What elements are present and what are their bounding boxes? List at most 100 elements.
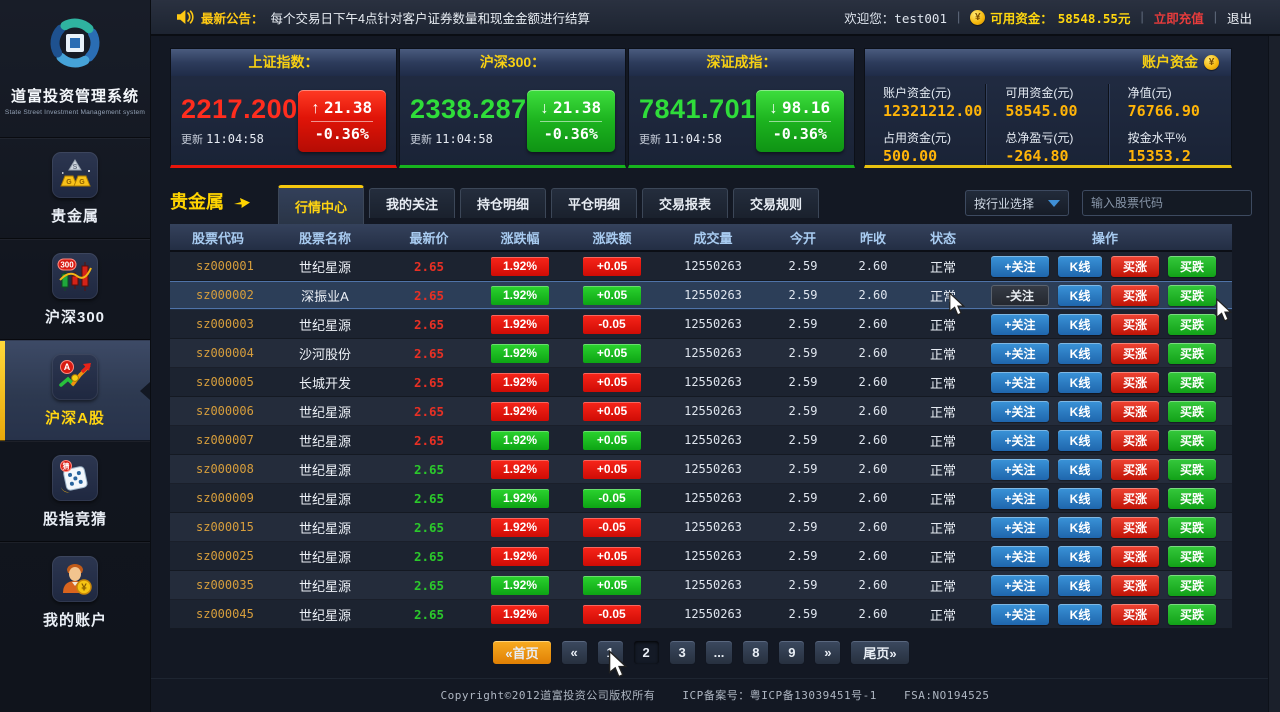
table-row[interactable]: sz000025世纪星源2.651.92%+0.05125502632.592.…	[170, 542, 1232, 571]
sidebar-item-hs300[interactable]: 300沪深300	[0, 239, 150, 340]
kline-button[interactable]: K线	[1058, 517, 1102, 538]
buy-up-button[interactable]: 买涨	[1111, 459, 1159, 480]
buy-up-button[interactable]: 买涨	[1111, 546, 1159, 567]
watch-button[interactable]: +关注	[991, 488, 1049, 509]
sidebar-item-a-share[interactable]: A 沪深A股	[0, 340, 150, 441]
page-button-1[interactable]: 1	[597, 640, 624, 665]
page-button-2[interactable]: 2	[633, 640, 660, 665]
table-row[interactable]: sz000008世纪星源2.651.92%+0.05125502632.592.…	[170, 455, 1232, 484]
kline-button[interactable]: K线	[1058, 604, 1102, 625]
watch-button[interactable]: +关注	[991, 314, 1049, 335]
buy-down-button[interactable]: 买跌	[1168, 256, 1216, 277]
buy-down-button[interactable]: 买跌	[1168, 343, 1216, 364]
table-row[interactable]: sz000002深振业A2.651.92%+0.05125502632.592.…	[170, 281, 1232, 310]
account-column: 账户资金(元)12321212.00占用资金(元)500.00	[865, 84, 986, 165]
watch-button[interactable]: +关注	[991, 459, 1049, 480]
chg-cell: -0.05	[566, 518, 658, 537]
watch-button[interactable]: +关注	[991, 546, 1049, 567]
logout-link[interactable]: 退出	[1227, 8, 1252, 27]
kline-button[interactable]: K线	[1058, 546, 1102, 567]
buy-up-button[interactable]: 买涨	[1111, 256, 1159, 277]
buy-up-button[interactable]: 买涨	[1111, 517, 1159, 538]
watch-button[interactable]: +关注	[991, 575, 1049, 596]
page-button-9[interactable]: 9	[778, 640, 805, 665]
kline-button[interactable]: K线	[1058, 372, 1102, 393]
buy-down-button[interactable]: 买跌	[1168, 314, 1216, 335]
unwatch-button[interactable]: -关注	[991, 285, 1049, 306]
buy-down-button[interactable]: 买跌	[1168, 517, 1216, 538]
buy-up-button[interactable]: 买涨	[1111, 343, 1159, 364]
watch-button[interactable]: +关注	[991, 517, 1049, 538]
buy-up-button[interactable]: 买涨	[1111, 488, 1159, 509]
watch-button[interactable]: +关注	[991, 343, 1049, 364]
table-row[interactable]: sz000007世纪星源2.651.92%+0.05125502632.592.…	[170, 426, 1232, 455]
table-row[interactable]: sz000035世纪星源2.651.92%+0.05125502632.592.…	[170, 571, 1232, 600]
sidebar-item-label: 股指竞猜	[43, 508, 107, 529]
buy-down-button[interactable]: 买跌	[1168, 401, 1216, 422]
sidebar-item-gold[interactable]: SGG贵金属	[0, 138, 150, 239]
table-row[interactable]: sz000006世纪星源2.651.92%+0.05125502632.592.…	[170, 397, 1232, 426]
buy-down-button[interactable]: 买跌	[1168, 430, 1216, 451]
table-row[interactable]: sz000015世纪星源2.651.92%-0.05125502632.592.…	[170, 513, 1232, 542]
page-button-next[interactable]: »	[814, 640, 841, 665]
table-row[interactable]: sz000009世纪星源2.651.92%-0.05125502632.592.…	[170, 484, 1232, 513]
kline-button[interactable]: K线	[1058, 285, 1102, 306]
buy-down-button[interactable]: 买跌	[1168, 285, 1216, 306]
watch-button[interactable]: +关注	[991, 256, 1049, 277]
tab-行情中心[interactable]: 行情中心	[278, 185, 364, 224]
kline-button[interactable]: K线	[1058, 256, 1102, 277]
candlestick-300-icon: 300	[52, 253, 98, 299]
buy-down-button[interactable]: 买跌	[1168, 372, 1216, 393]
page-button-first[interactable]: «首页	[492, 640, 551, 665]
buy-down-button[interactable]: 买跌	[1168, 488, 1216, 509]
sidebar-item-guess[interactable]: 猜股指竞猜	[0, 441, 150, 542]
buy-up-button[interactable]: 买涨	[1111, 372, 1159, 393]
table-row[interactable]: sz000003世纪星源2.651.92%-0.05125502632.592.…	[170, 310, 1232, 339]
page-button-ellipsis[interactable]: ...	[705, 640, 734, 665]
sidebar-item-label: 沪深A股	[45, 407, 105, 428]
account-card: 账户资金¥账户资金(元)12321212.00占用资金(元)500.00可用资金…	[864, 48, 1232, 168]
svg-text:A: A	[64, 362, 71, 372]
page-button-8[interactable]: 8	[742, 640, 769, 665]
buy-up-button[interactable]: 买涨	[1111, 401, 1159, 422]
buy-up-button[interactable]: 买涨	[1111, 575, 1159, 596]
buy-down-button[interactable]: 买跌	[1168, 575, 1216, 596]
table-row[interactable]: sz000004沙河股份2.651.92%+0.05125502632.592.…	[170, 339, 1232, 368]
kline-button[interactable]: K线	[1058, 575, 1102, 596]
stock-name-cell: 世纪星源	[266, 257, 384, 276]
kline-button[interactable]: K线	[1058, 401, 1102, 422]
watch-button[interactable]: +关注	[991, 430, 1049, 451]
stock-code-input[interactable]	[1083, 191, 1252, 215]
trend-arrow-icon: ↓	[541, 100, 549, 117]
industry-select[interactable]: 按行业选择	[965, 190, 1069, 216]
kline-button[interactable]: K线	[1058, 314, 1102, 335]
watch-button[interactable]: +关注	[991, 372, 1049, 393]
table-row[interactable]: sz000045世纪星源2.651.92%-0.05125502632.592.…	[170, 600, 1232, 629]
kline-button[interactable]: K线	[1058, 488, 1102, 509]
buy-up-button[interactable]: 买涨	[1111, 285, 1159, 306]
kline-button[interactable]: K线	[1058, 343, 1102, 364]
buy-down-button[interactable]: 买跌	[1168, 546, 1216, 567]
buy-up-button[interactable]: 买涨	[1111, 430, 1159, 451]
buy-down-button[interactable]: 买跌	[1168, 459, 1216, 480]
sidebar-item-account[interactable]: ¥我的账户	[0, 542, 150, 643]
tab-我的关注[interactable]: 我的关注	[369, 188, 455, 218]
watch-button[interactable]: +关注	[991, 401, 1049, 422]
kline-button[interactable]: K线	[1058, 459, 1102, 480]
tab-交易报表[interactable]: 交易报表	[642, 188, 728, 218]
index-card-body: 2217.200更新 11:04:58↑ 21.38-0.36%	[171, 76, 396, 165]
kline-button[interactable]: K线	[1058, 430, 1102, 451]
tab-交易规则[interactable]: 交易规则	[733, 188, 819, 218]
tab-持仓明细[interactable]: 持仓明细	[460, 188, 546, 218]
table-row[interactable]: sz000005长城开发2.651.92%+0.05125502632.592.…	[170, 368, 1232, 397]
page-button-3[interactable]: 3	[669, 640, 696, 665]
recharge-link[interactable]: 立即充值	[1154, 8, 1204, 27]
buy-up-button[interactable]: 买涨	[1111, 314, 1159, 335]
table-row[interactable]: sz000001世纪星源2.651.92%+0.05125502632.592.…	[170, 252, 1232, 281]
page-button-last[interactable]: 尾页»	[850, 640, 909, 665]
watch-button[interactable]: +关注	[991, 604, 1049, 625]
buy-down-button[interactable]: 买跌	[1168, 604, 1216, 625]
page-button-prev[interactable]: «	[561, 640, 588, 665]
buy-up-button[interactable]: 买涨	[1111, 604, 1159, 625]
tab-平仓明细[interactable]: 平仓明细	[551, 188, 637, 218]
